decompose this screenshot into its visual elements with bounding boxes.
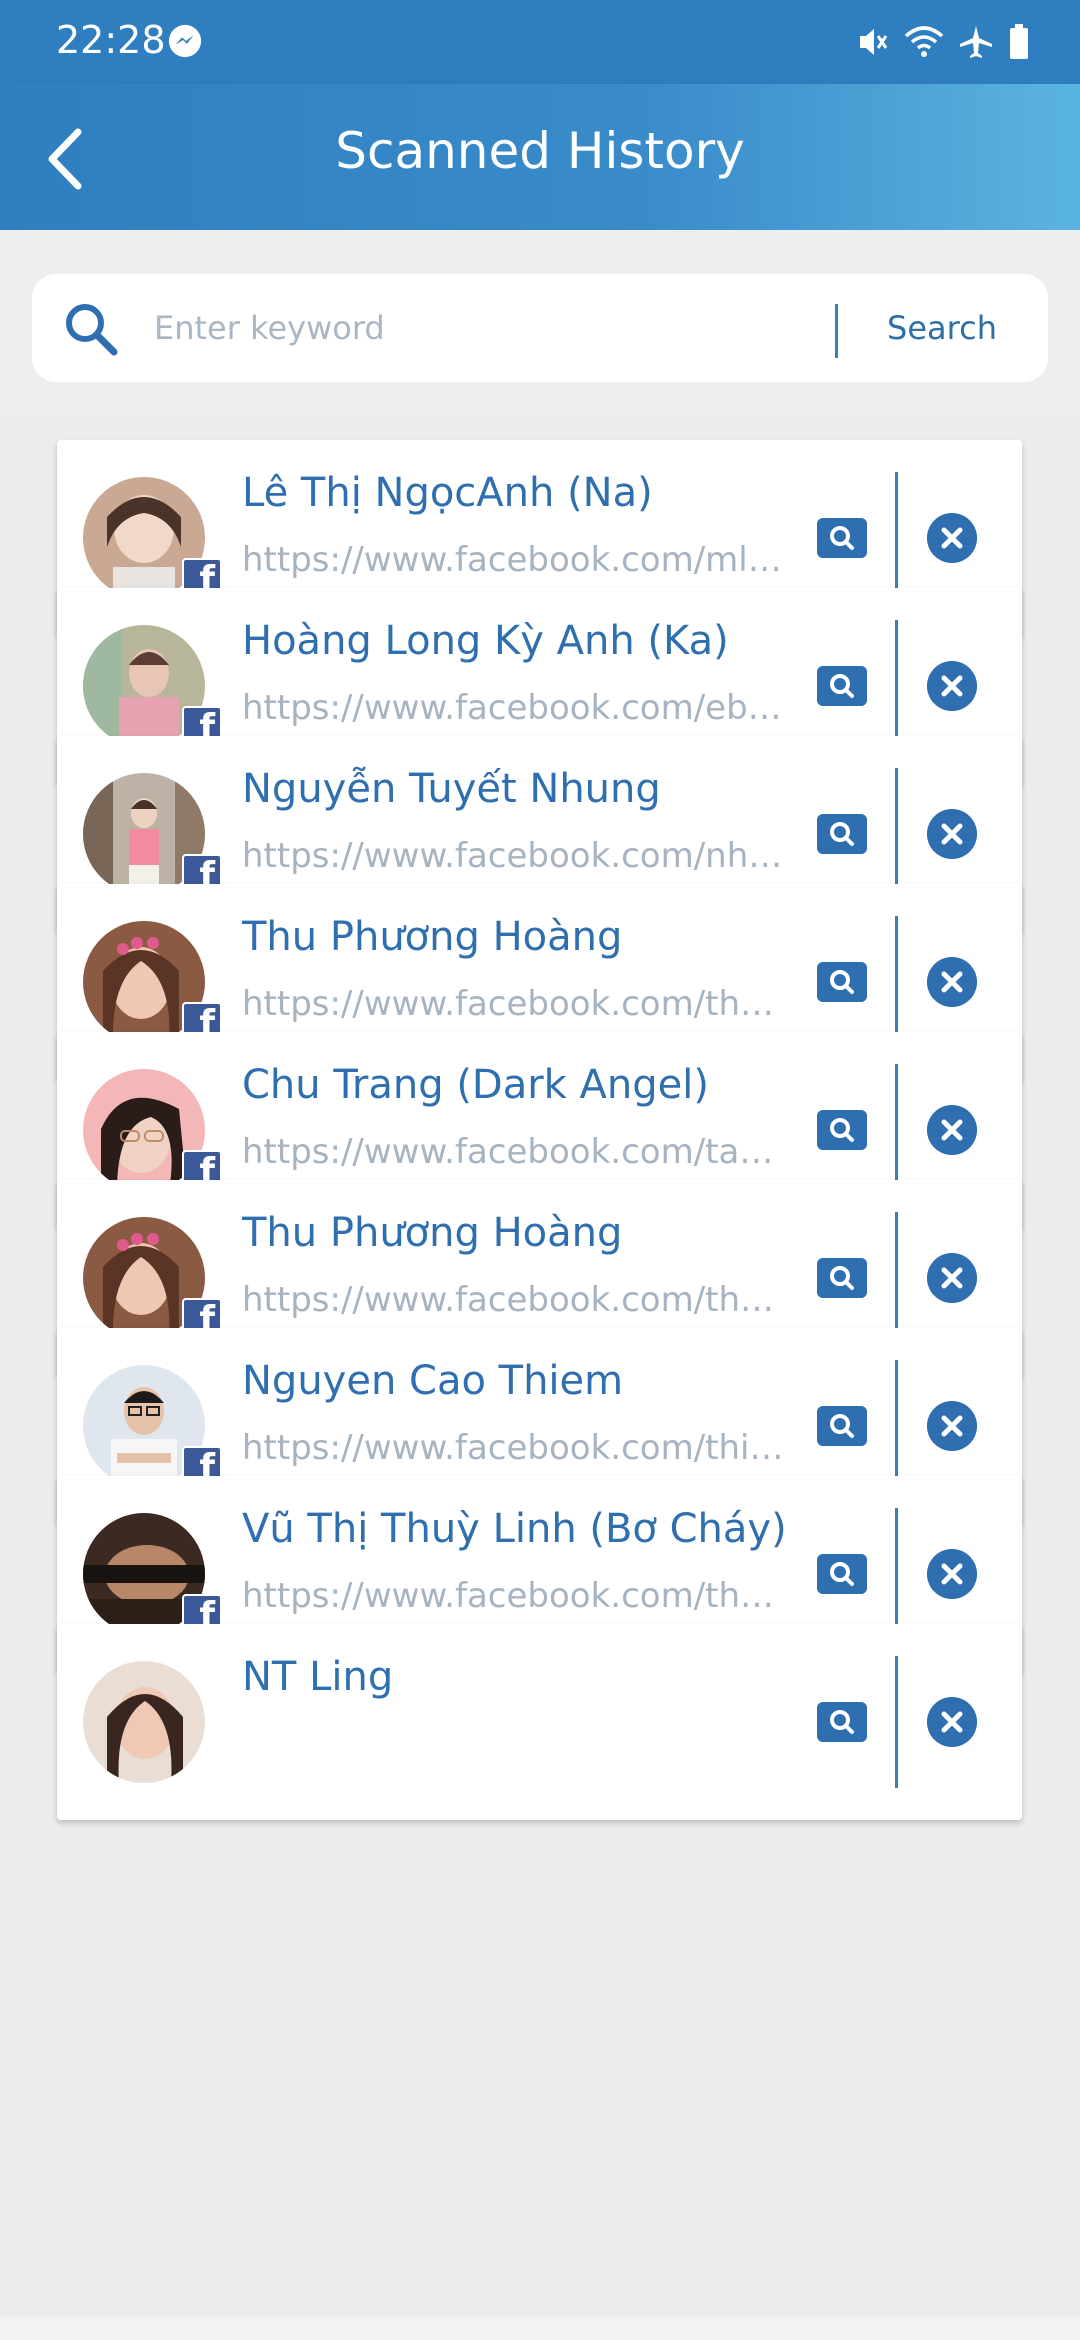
status-time: 22:28 — [56, 18, 166, 62]
action-divider — [895, 620, 898, 752]
messenger-icon — [168, 24, 202, 58]
delete-button[interactable] — [927, 1549, 977, 1599]
mute-icon — [860, 29, 888, 55]
profile-url: https://www.facebook.com/thu... — [242, 1280, 787, 1320]
search-bar: Search — [32, 274, 1048, 382]
delete-button[interactable] — [927, 513, 977, 563]
delete-button[interactable] — [927, 1697, 977, 1747]
search-area: Search — [0, 230, 1080, 414]
profile-name: Thu Phương Hoàng — [242, 914, 623, 960]
profile-url: https://www.facebook.com/tak... — [242, 1132, 787, 1172]
profile-name: Vũ Thị Thuỳ Linh (Bơ Cháy) — [242, 1506, 787, 1552]
bottom-edge — [0, 2316, 1080, 2340]
status-icons — [856, 20, 1030, 64]
history-list[interactable]: f Lê Thị NgọcAnh (Na) https://www.facebo… — [0, 414, 1080, 2316]
view-profile-button[interactable] — [817, 962, 867, 1002]
view-profile-button[interactable] — [817, 1258, 867, 1298]
profile-url: https://www.facebook.com/ebe... — [242, 688, 787, 728]
view-profile-button[interactable] — [817, 814, 867, 854]
profile-url: https://www.facebook.com/nhu... — [242, 836, 787, 876]
profile-url: https://www.facebook.com/thu... — [242, 1576, 787, 1616]
profile-url: https://www.facebook.com/mlb... — [242, 540, 787, 580]
view-profile-button[interactable] — [817, 1406, 867, 1446]
history-item[interactable]: NT Ling — [57, 1624, 1022, 1820]
search-icon — [66, 304, 118, 356]
delete-button[interactable] — [927, 809, 977, 859]
delete-button[interactable] — [927, 1401, 977, 1451]
search-button[interactable]: Search — [852, 274, 1032, 382]
delete-button[interactable] — [927, 661, 977, 711]
profile-name: Chu Trang (Dark Angel) — [242, 1062, 709, 1108]
profile-name: Hoàng Long Kỳ Anh (Ka) — [242, 618, 729, 664]
delete-button[interactable] — [927, 1105, 977, 1155]
action-divider — [895, 1656, 898, 1788]
action-divider — [895, 1360, 898, 1492]
delete-button[interactable] — [927, 957, 977, 1007]
action-divider — [895, 1064, 898, 1196]
profile-name: Lê Thị NgọcAnh (Na) — [242, 470, 653, 516]
profile-name: Thu Phương Hoàng — [242, 1210, 623, 1256]
delete-button[interactable] — [927, 1253, 977, 1303]
action-divider — [895, 916, 898, 1048]
status-bar: 22:28 — [0, 0, 1080, 84]
profile-url: https://www.facebook.com/thie... — [242, 1428, 787, 1468]
page-title: Scanned History — [335, 122, 745, 180]
view-profile-button[interactable] — [817, 1554, 867, 1594]
view-profile-button[interactable] — [817, 518, 867, 558]
view-profile-button[interactable] — [817, 1702, 867, 1742]
profile-name: Nguyen Cao Thiem — [242, 1358, 624, 1404]
profile-name: Nguyễn Tuyết Nhung — [242, 766, 661, 812]
view-profile-button[interactable] — [817, 666, 867, 706]
wifi-icon — [904, 26, 944, 57]
search-divider — [835, 304, 838, 358]
action-divider — [895, 1508, 898, 1640]
app-bar: Scanned History — [0, 84, 1080, 230]
profile-name: NT Ling — [242, 1654, 394, 1700]
view-profile-button[interactable] — [817, 1110, 867, 1150]
action-divider — [895, 1212, 898, 1344]
search-input[interactable] — [154, 296, 854, 360]
airplane-icon — [960, 26, 992, 58]
action-divider — [895, 472, 898, 604]
profile-url: https://www.facebook.com/thu... — [242, 984, 787, 1024]
action-divider — [895, 768, 898, 900]
battery-icon — [1010, 24, 1028, 59]
avatar — [83, 1661, 205, 1783]
